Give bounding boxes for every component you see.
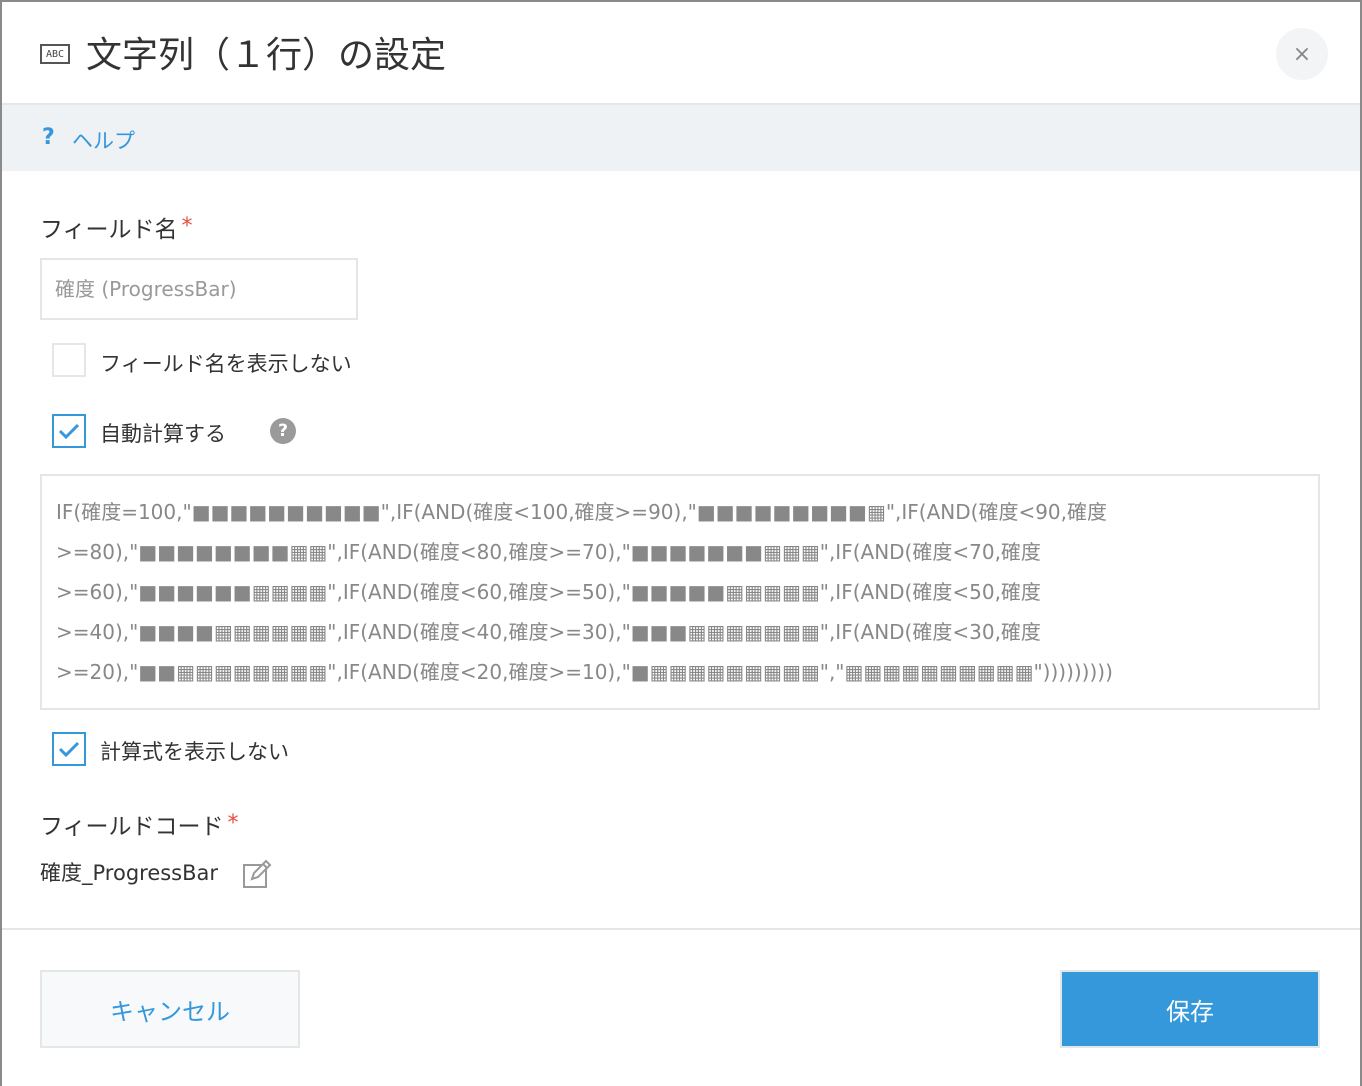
- abc-text-field-icon: ABC: [40, 44, 70, 64]
- field-name-input[interactable]: 確度 (ProgressBar): [40, 258, 358, 320]
- hide-field-name-checkbox[interactable]: [52, 343, 86, 377]
- field-code-label: フィールドコード *: [40, 807, 239, 841]
- footer-divider: [2, 928, 1360, 930]
- field-code-value: 確度_ProgressBar: [40, 861, 219, 885]
- dialog-title: 文字列（１行）の設定: [86, 35, 447, 76]
- checkmark-icon: [58, 741, 80, 758]
- formula-line: >=60),"■■■■■■▦▦▦▦",IF(AND(確度<60,確度>=50),…: [56, 580, 1041, 604]
- save-button-label: 保存: [1166, 997, 1214, 1026]
- hide-field-name-label: フィールド名を表示しない: [100, 352, 352, 376]
- checkmark-icon: [58, 423, 80, 440]
- hide-formula-label: 計算式を表示しない: [100, 740, 289, 764]
- required-mark: *: [227, 811, 239, 836]
- formula-line: >=40),"■■■■▦▦▦▦▦▦",IF(AND(確度<40,確度>=30),…: [56, 620, 1041, 644]
- hide-formula-checkbox[interactable]: [52, 732, 86, 766]
- close-button[interactable]: ×: [1276, 28, 1328, 80]
- auto-calculate-help-icon[interactable]: ?: [270, 418, 296, 444]
- auto-calculate-label: 自動計算する: [100, 422, 226, 446]
- auto-calculate-checkbox[interactable]: [52, 414, 86, 448]
- field-settings-dialog: ABC 文字列（１行）の設定 × ? ヘルプ フィールド名 * 確度 (Progr…: [2, 2, 1360, 1086]
- close-icon: ×: [1292, 41, 1312, 67]
- formula-line: >=20),"■■▦▦▦▦▦▦▦▦",IF(AND(確度<20,確度>=10),…: [56, 660, 1113, 684]
- dialog-header: ABC 文字列（１行）の設定 ×: [2, 2, 1360, 105]
- edit-pencil-icon[interactable]: [242, 858, 272, 890]
- field-name-label: フィールド名 *: [40, 210, 193, 244]
- formula-textarea[interactable]: IF(確度=100,"■■■■■■■■■■",IF(AND(確度<100,確度>…: [40, 474, 1320, 710]
- formula-line: >=80),"■■■■■■■■▦▦",IF(AND(確度<80,確度>=70),…: [56, 540, 1041, 564]
- help-link[interactable]: ヘルプ: [72, 125, 135, 155]
- field-name-label-text: フィールド名: [40, 217, 178, 243]
- required-mark: *: [181, 214, 193, 239]
- save-button[interactable]: 保存: [1060, 970, 1320, 1048]
- cancel-button[interactable]: キャンセル: [40, 970, 300, 1048]
- help-question-icon: ?: [42, 125, 55, 150]
- field-code-label-text: フィールドコード: [40, 814, 224, 840]
- help-bar: ? ヘルプ: [2, 105, 1360, 171]
- formula-line: IF(確度=100,"■■■■■■■■■■",IF(AND(確度<100,確度>…: [56, 500, 1108, 524]
